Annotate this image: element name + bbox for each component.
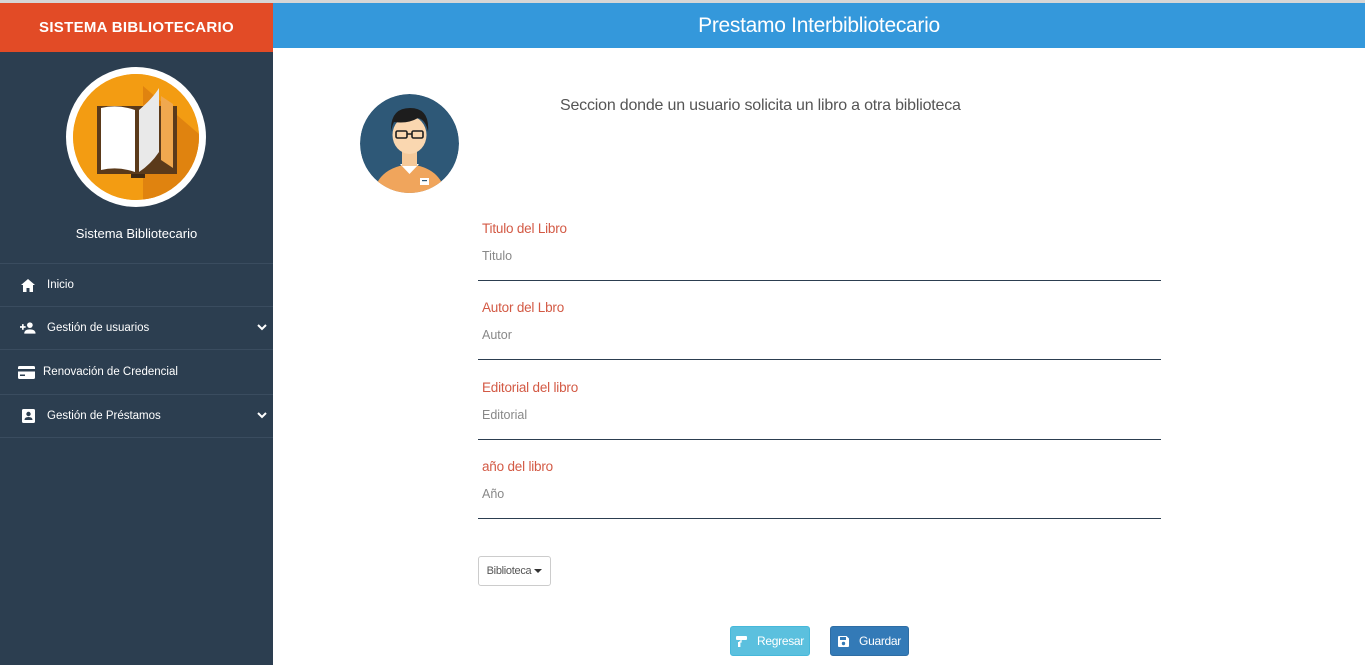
book-year-input[interactable]	[482, 483, 1152, 505]
save-button-label: Guardar	[859, 634, 901, 648]
back-button[interactable]: Regresar	[730, 626, 810, 656]
credit-card-icon	[17, 364, 35, 380]
person-add-icon	[20, 320, 36, 336]
sidebar-item-label: Inicio	[47, 279, 74, 291]
paint-roller-icon	[736, 635, 748, 647]
profile-name: Sistema Bibliotecario	[75, 226, 198, 241]
chevron-down-icon	[257, 410, 267, 422]
page-title: Prestamo Interbibliotecario	[698, 13, 940, 37]
book-author-label: Autor del Lbro	[482, 300, 565, 315]
page-header: Prestamo Interbibliotecario	[273, 0, 1365, 48]
book-title-input[interactable]	[482, 245, 1152, 267]
book-year-label: año del libro	[482, 459, 553, 474]
back-button-label: Regresar	[757, 634, 804, 648]
book-title-field: Titulo del Libro	[478, 221, 1161, 281]
book-title-label: Titulo del Libro	[482, 221, 567, 236]
sidebar-item-label: Gestión de Préstamos	[47, 410, 161, 422]
brand-title: SISTEMA BIBLIOTECARIO	[0, 0, 273, 52]
section-description: Seccion donde un usuario solicita un lib…	[560, 97, 961, 114]
book-author-input[interactable]	[482, 324, 1152, 346]
sidebar-item-label: Gestión de usuarios	[47, 322, 150, 334]
book-author-field: Autor del Lbro	[478, 300, 1161, 360]
book-publisher-label: Editorial del libro	[482, 380, 578, 395]
sidebar-item-inicio[interactable]: Inicio	[0, 264, 273, 307]
sidebar-nav: Inicio Gestión de usuarios Renovación de…	[0, 264, 273, 438]
sidebar-item-label: Renovación de Credencial	[43, 366, 178, 378]
book-publisher-input[interactable]	[482, 404, 1152, 426]
librarian-avatar	[360, 94, 459, 193]
open-book-icon	[73, 74, 199, 200]
library-dropdown[interactable]: Biblioteca	[478, 556, 551, 586]
book-year-field: año del libro	[478, 459, 1161, 519]
sidebar-item-gestion-prestamos[interactable]: Gestión de Préstamos	[0, 395, 273, 438]
logo	[66, 67, 206, 207]
portrait-icon	[20, 408, 36, 424]
save-button[interactable]: Guardar	[830, 626, 909, 656]
sidebar-profile: Sistema Bibliotecario	[0, 52, 273, 264]
sidebar-item-renovacion-credencial[interactable]: Renovación de Credencial	[0, 350, 273, 395]
floppy-disk-icon	[838, 635, 850, 647]
library-dropdown-label: Biblioteca	[486, 565, 532, 577]
chevron-down-icon	[257, 322, 267, 334]
book-publisher-field: Editorial del libro	[478, 380, 1161, 440]
sidebar-item-gestion-usuarios[interactable]: Gestión de usuarios	[0, 307, 273, 350]
caret-down-icon	[534, 569, 543, 573]
sidebar: SISTEMA BIBLIOTECARIO Sistema Biblioteca…	[0, 0, 273, 665]
home-icon	[20, 277, 36, 293]
